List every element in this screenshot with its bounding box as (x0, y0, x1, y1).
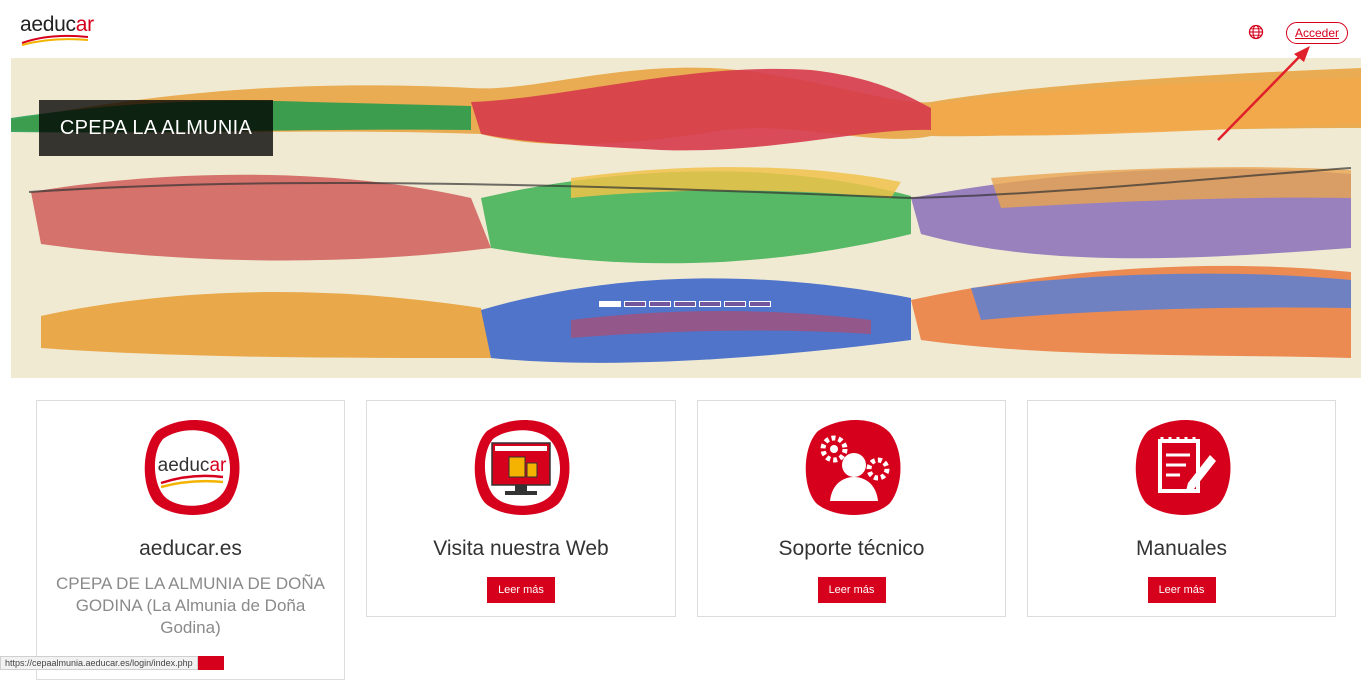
card-manuales: Manuales Leer más (1027, 400, 1336, 617)
notebook-pencil-icon (1135, 420, 1230, 515)
hero-carousel: CPEPA LA ALMUNIA (11, 58, 1361, 378)
card-visita-web: Visita nuestra Web Leer más (366, 400, 676, 617)
logo-suffix: ar (75, 13, 94, 36)
card-title: Manuales (1135, 537, 1228, 560)
globe-icon[interactable] (1248, 24, 1264, 40)
read-more-button[interactable]: Leer más (1147, 577, 1216, 603)
card-title: Visita nuestra Web (433, 537, 609, 560)
logo-swoosh-icon (21, 34, 89, 46)
read-more-button[interactable]: Leer más (487, 577, 555, 603)
annotation-arrow-icon (1217, 46, 1310, 141)
aeducar-logo-icon: aeducar (144, 420, 239, 515)
card-title: Soporte técnico (778, 537, 925, 560)
carousel-indicator-3[interactable] (649, 301, 671, 307)
card-soporte-tecnico: Soporte técnico Leer más (697, 400, 1006, 617)
carousel-indicators (599, 301, 771, 309)
top-navbar: aeducar Acceder (0, 0, 1362, 58)
carousel-indicator-7[interactable] (749, 301, 771, 307)
site-logo[interactable]: aeducar (20, 14, 100, 48)
card-description: CPEPA DE LA ALMUNIA DE DOÑA GODINA (La A… (56, 574, 325, 637)
card-aeducar: aeducar aeducar.es CPEPA DE LA ALMUNIA D… (36, 400, 345, 680)
card-title: aeducar.es (139, 537, 242, 560)
read-more-button[interactable]: Leer más (817, 577, 886, 603)
svg-text:aeducar: aeducar (157, 455, 226, 476)
carousel-indicator-6[interactable] (724, 301, 746, 307)
carousel-indicator-1[interactable] (599, 301, 621, 307)
logo-prefix: aeduc (20, 13, 76, 36)
carousel-indicator-4[interactable] (674, 301, 696, 307)
support-gears-user-icon (805, 420, 900, 515)
carousel-indicator-5[interactable] (699, 301, 721, 307)
carousel-indicator-2[interactable] (624, 301, 646, 307)
website-monitor-icon (474, 420, 570, 515)
banner-title: CPEPA LA ALMUNIA (39, 100, 273, 156)
